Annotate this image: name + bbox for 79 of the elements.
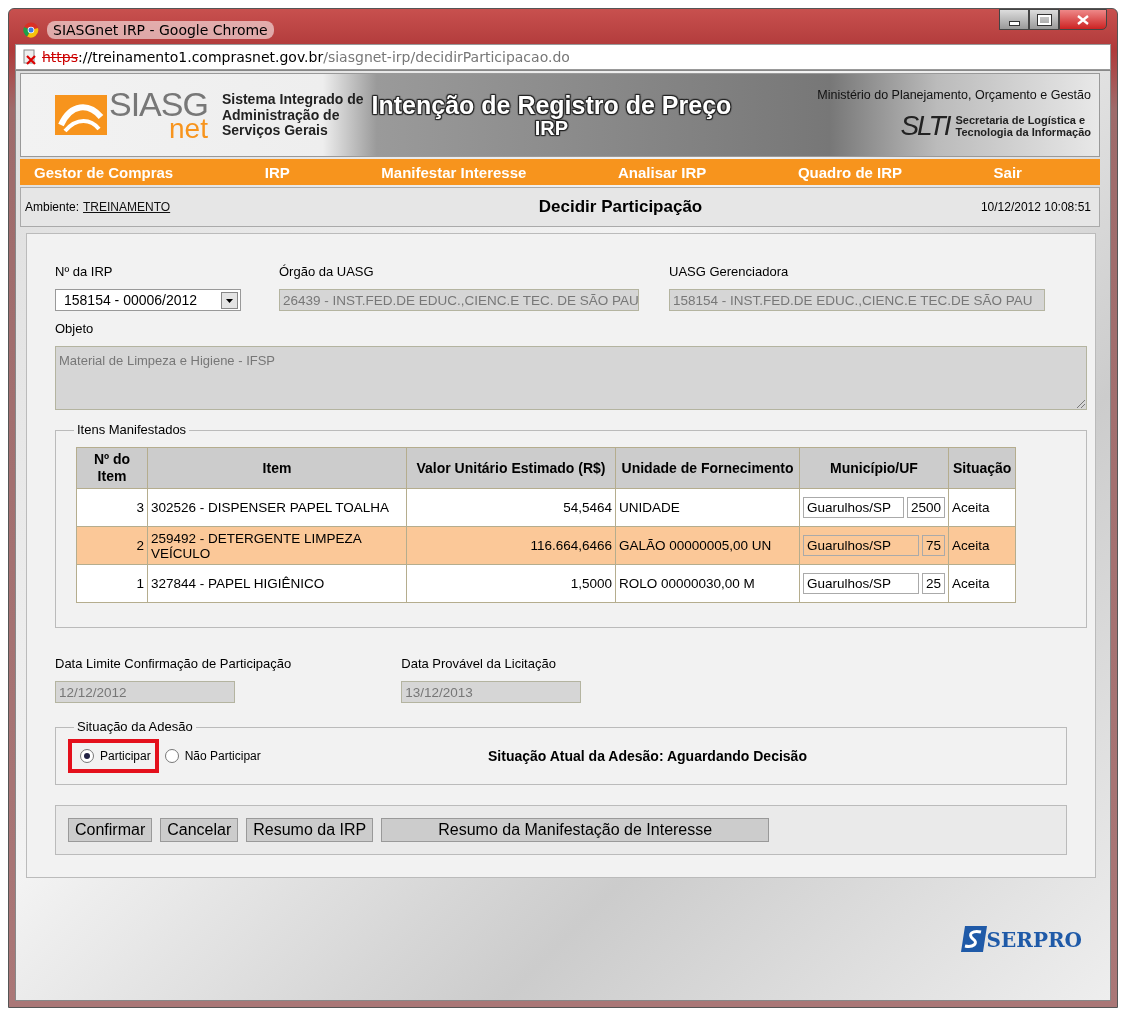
radio-label[interactable]: Participar: [100, 749, 151, 763]
column-header: Situação: [948, 447, 1016, 489]
banner-title: Intenção de Registro de Preço: [371, 92, 732, 118]
table-row[interactable]: 2 259492 - DETERGENTE LIMPEZA VEÍCULO 116.664,6466 GALÃO 00000005,00 UN Guarulhos/SP 75 Aceita: [76, 526, 1016, 565]
field-label: Objeto: [55, 321, 95, 337]
table-row[interactable]: 1 327844 - PAPEL HIGIÊNICO 1,5000 ROLO 00000030,00 M Guarulhos/SP 25 Aceita: [76, 564, 1016, 603]
field-label: Data Limite Confirmação de Participação: [55, 656, 292, 671]
table-cell: 1: [76, 564, 148, 603]
close-button[interactable]: [1059, 9, 1107, 30]
browser-logo-icon: [23, 22, 39, 38]
table-cell: UNIDADE: [615, 488, 800, 527]
field-label: UASG Gerenciadora: [669, 264, 790, 280]
current-status: Situação Atual da Adesão: Aguardando Decisão: [488, 748, 807, 764]
logo-text: SERPRO: [986, 928, 1082, 952]
logo-mark-icon: [960, 926, 987, 952]
action-button[interactable]: Resumo da IRP: [246, 818, 374, 842]
radio-label[interactable]: Não Participar: [184, 749, 261, 763]
radio-button[interactable]: [164, 749, 179, 763]
city-field[interactable]: Guarulhos/SP: [803, 497, 904, 518]
table-cell: 2: [76, 526, 148, 565]
date-time: 10/12/2012 10:08:51: [980, 200, 1091, 215]
date-field: 13/12/2013: [401, 681, 582, 703]
table-cell: Aceita: [948, 488, 1016, 527]
table-cell: 116.664,6466: [406, 526, 616, 565]
swoosh-icon: [55, 95, 107, 136]
url-path: /siasgnet-irp/decidirParticipacao.do: [323, 49, 570, 66]
column-header: Item: [147, 447, 407, 489]
field-label: Órgão da UASG: [279, 264, 375, 280]
environment-link[interactable]: TREINAMENTO: [83, 200, 171, 215]
column-header: Unidade de Fornecimento: [615, 447, 800, 489]
field-label: Data Provável da Licitação: [401, 656, 557, 671]
date-field: 12/12/2012: [55, 681, 235, 703]
action-button[interactable]: Cancelar: [160, 818, 239, 842]
irp-dropdown[interactable]: 158154 - 00006/2012: [55, 289, 241, 312]
table-cell: 327844 - PAPEL HIGIÊNICO: [147, 564, 407, 603]
secretariat-line: Tecnologia da Informação: [955, 126, 1091, 139]
table-cell: Aceita: [948, 564, 1016, 603]
quantity-field[interactable]: 75: [921, 535, 945, 556]
url-host: ://treinamento1.comprasnet.gov.br: [78, 49, 324, 66]
table-cell: 302526 - DISPENSER PAPEL TOALHA: [147, 488, 407, 527]
secretariat-logo: SLTI: [900, 110, 950, 143]
column-header: Município/UF: [799, 447, 949, 489]
action-button[interactable]: Resumo da Manifestação de Interesse: [381, 818, 770, 842]
system-name-line: Serviços Gerais: [221, 123, 329, 139]
table-cell: 1,5000: [406, 564, 616, 603]
column-header: Valor Unitário Estimado (R$): [406, 447, 616, 489]
objeto-textarea: Material de Limpeza e Higiene - IFSP: [55, 346, 1087, 411]
table-cell: 3: [76, 488, 148, 527]
secretariat-line: Secretaria de Logística e: [955, 114, 1087, 127]
city-field[interactable]: Guarulhos/SP: [803, 535, 919, 556]
city-field[interactable]: Guarulhos/SP: [803, 573, 919, 594]
page-heading: Decidir Participação: [538, 197, 703, 218]
column-header: Nº do Item: [76, 447, 148, 489]
orgao-field: 26439 - INST.FED.DE EDUC.,CIENC.E TEC. DE SÃO PAU: [279, 289, 639, 312]
logo-subtext: net: [169, 115, 208, 144]
table-cell: 259492 - DETERGENTE LIMPEZA VEÍCULO: [147, 526, 407, 565]
minimize-button[interactable]: [999, 9, 1029, 30]
action-button[interactable]: Confirmar: [68, 818, 153, 842]
table-cell: Aceita: [948, 526, 1016, 565]
radio-button[interactable]: [80, 749, 94, 763]
window-title: SIASGnet IRP - Google Chrome: [47, 21, 274, 39]
system-name-line: Administração de: [221, 107, 340, 124]
ministry-name: Ministério do Planejamento, Orçamento e Gestão: [817, 88, 1091, 103]
system-name-line: Sistema Integrado de: [221, 92, 364, 108]
table-cell: ROLO 00000030,00 M: [615, 564, 800, 603]
maximize-button[interactable]: [1029, 9, 1059, 30]
address-bar[interactable]: https://treinamento1.comprasnet.gov.br/siasgnet-irp/decidirParticipacao.do: [15, 43, 1111, 71]
table-row[interactable]: 3 302526 - DISPENSER PAPEL TOALHA 54,5464 UNIDADE Guarulhos/SP 2500 Aceita: [76, 488, 1016, 527]
quantity-field[interactable]: 25: [921, 573, 945, 594]
resize-grip-icon: [1076, 399, 1085, 409]
fieldset-legend: Situação da Adesão: [74, 719, 196, 734]
uasg-field: 158154 - INST.FED.DE EDUC.,CIENC.E TEC.DE SÃO PAU: [669, 289, 1045, 312]
environment-label: Ambiente:: [25, 200, 80, 215]
url-scheme: https: [42, 49, 79, 66]
quantity-field[interactable]: 2500: [906, 497, 945, 518]
field-label: Nº da IRP: [55, 264, 114, 280]
close-icon: [1077, 14, 1089, 25]
table-cell: 54,5464: [406, 488, 616, 527]
table-cell: GALÃO 00000005,00 UN: [615, 526, 800, 565]
